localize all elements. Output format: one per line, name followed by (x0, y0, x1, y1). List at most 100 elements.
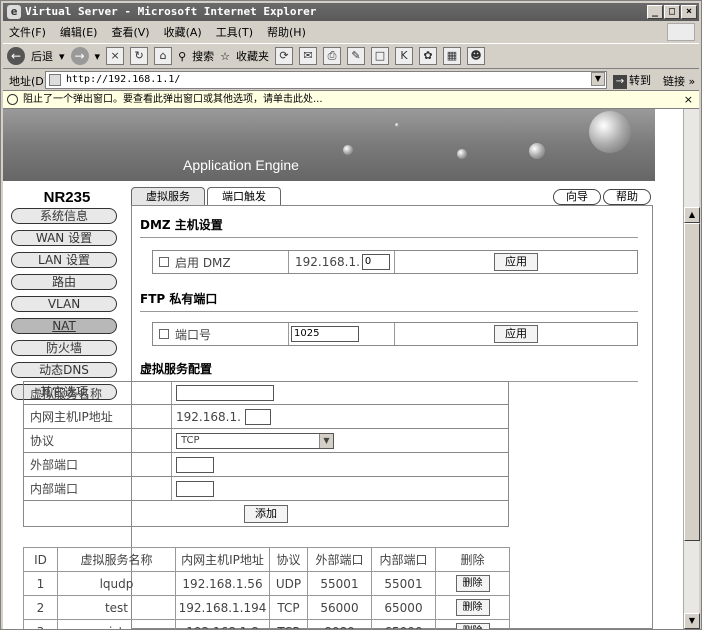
col-int-port: 内部端口 (371, 547, 436, 572)
delete-button[interactable]: 删除 (455, 575, 490, 592)
dmz-row: 启用 DMZ 192.168.1. 0 应用 (152, 250, 638, 274)
form-row-add: 添加 (23, 501, 509, 527)
dmz-enable-checkbox[interactable] (159, 257, 169, 267)
cell-name: mister (57, 619, 176, 629)
help-button[interactable]: 帮助 (603, 189, 651, 205)
ftp-port-input[interactable]: 1025 (291, 326, 359, 342)
cell-id: 1 (23, 571, 58, 596)
wizard-button[interactable]: 向导 (553, 189, 601, 205)
menu-favorites[interactable]: 收藏(A) (164, 24, 202, 40)
vs-protocol-select[interactable]: TCP ▼ (176, 432, 334, 449)
vs-ext-port-input[interactable] (176, 456, 214, 473)
ftp-port-checkbox[interactable] (159, 329, 169, 339)
history-icon[interactable]: ⟳ (275, 47, 293, 65)
minimize-button[interactable]: _ (647, 5, 663, 19)
toolbar: ← 后退 ▾ → ▾ × ↻ ⌂ ⚲ 搜索 ☆ 收藏夹 ⟳ ✉ ⎙ ✎ □ K … (3, 43, 699, 69)
decorative-bubble (395, 123, 399, 127)
sidebar: NR235 系统信息 WAN 设置 LAN 设置 路由 VLAN NAT 防火墙… (7, 185, 127, 406)
go-button[interactable]: → 转到 (613, 72, 651, 89)
scroll-thumb[interactable] (684, 223, 700, 541)
ftp-apply-button[interactable]: 应用 (494, 325, 538, 343)
menu-bar: 文件(F) 编辑(E) 查看(V) 收藏(A) 工具(T) 帮助(H) (3, 22, 699, 42)
vertical-scrollbar[interactable]: ▲ ▼ (683, 109, 700, 629)
col-name: 虚拟服务名称 (57, 547, 176, 572)
cell-name: test (57, 595, 176, 620)
stop-icon[interactable]: × (106, 47, 125, 65)
address-input[interactable]: http://192.168.1.1/ (45, 71, 607, 89)
close-button[interactable]: × (681, 5, 697, 19)
menu-file[interactable]: 文件(F) (9, 24, 46, 40)
table-header-row: ID 虚拟服务名称 内网主机IP地址 协议 外部端口 内部端口 删除 (23, 547, 510, 572)
vs-config-form: 虚拟服务名称 内网主机IP地址 192.168.1. 协议 TCP▼ 外部端口 (23, 381, 509, 527)
cell-ip: 192.168.1.56 (175, 571, 270, 596)
favorites-star-icon[interactable]: ☆ (220, 50, 230, 63)
delete-button[interactable]: 删除 (455, 599, 490, 616)
refresh-icon[interactable]: ↻ (130, 47, 149, 65)
search-icon[interactable]: ⚲ (178, 50, 186, 63)
forward-arrow-icon[interactable]: → (70, 47, 89, 65)
vs-add-button[interactable]: 添加 (244, 504, 288, 523)
vs-int-port-input[interactable] (176, 480, 214, 497)
delete-button[interactable]: 删除 (455, 623, 490, 629)
form-row-int-port: 内部端口 (23, 477, 509, 501)
ftp-port-label: 端口号 (175, 327, 212, 342)
menu-tools[interactable]: 工具(T) (216, 24, 253, 40)
vs-int-port-label: 内部端口 (24, 477, 172, 500)
address-dropdown-icon[interactable]: ▼ (591, 72, 605, 86)
ie-logo-icon: e (7, 5, 21, 19)
back-button[interactable]: 后退 (31, 48, 53, 64)
sidebar-item-firewall[interactable]: 防火墙 (11, 340, 117, 356)
print-icon[interactable]: ⎙ (323, 47, 341, 65)
dmz-ip-input[interactable]: 0 (361, 254, 390, 270)
dmz-section-title: DMZ 主机设置 (140, 216, 638, 238)
cell-ip: 192.168.1.8 (175, 619, 270, 629)
sidebar-item-system-info[interactable]: 系统信息 (11, 208, 117, 224)
forward-dropdown-icon[interactable]: ▾ (95, 50, 101, 63)
sidebar-item-lan[interactable]: LAN 设置 (11, 252, 117, 268)
sidebar-item-vlan[interactable]: VLAN (11, 296, 117, 312)
cell-int-port: 55001 (371, 571, 436, 596)
sidebar-item-routing[interactable]: 路由 (11, 274, 117, 290)
tab-port-trigger[interactable]: 端口触发 (207, 187, 281, 205)
people-icon[interactable]: ☻ (467, 47, 485, 65)
decorative-bubble (529, 143, 545, 159)
mail-icon[interactable]: ✉ (299, 47, 317, 65)
close-infobar-icon[interactable]: × (684, 91, 693, 108)
sidebar-item-nat[interactable]: NAT (11, 318, 117, 334)
decorative-bubble (589, 111, 631, 153)
tab-virtual-service[interactable]: 虚拟服务 (131, 187, 205, 205)
back-arrow-icon[interactable]: ← (7, 47, 25, 65)
maximize-button[interactable]: □ (664, 5, 680, 19)
sidebar-item-wan[interactable]: WAN 设置 (11, 230, 117, 246)
menu-edit[interactable]: 编辑(E) (60, 24, 98, 40)
messenger-icon[interactable]: K (395, 47, 413, 65)
discuss-icon[interactable]: □ (371, 47, 389, 65)
vs-name-input[interactable] (176, 385, 274, 401)
research-icon[interactable]: ✿ (419, 47, 437, 65)
search-button[interactable]: 搜索 (192, 48, 214, 64)
cell-int-port: 65000 (371, 595, 436, 620)
toolbox-icon[interactable]: ▦ (443, 47, 461, 65)
popup-info-bar[interactable]: 阻止了一个弹出窗口。要查看此弹出窗口或其他选项，请单击此处... × (3, 91, 699, 109)
menu-help[interactable]: 帮助(H) (267, 24, 306, 40)
home-icon[interactable]: ⌂ (154, 47, 173, 65)
go-arrow-icon: → (613, 75, 627, 89)
vs-ip-input[interactable] (244, 408, 271, 425)
scroll-up-icon[interactable]: ▲ (684, 207, 700, 223)
cell-protocol: TCP (269, 595, 308, 620)
col-delete: 删除 (435, 547, 510, 572)
scroll-down-icon[interactable]: ▼ (684, 613, 700, 629)
cell-id: 2 (23, 595, 58, 620)
favorites-button[interactable]: 收藏夹 (236, 48, 269, 64)
back-dropdown-icon[interactable]: ▾ (59, 50, 65, 63)
dmz-apply-button[interactable]: 应用 (494, 253, 538, 271)
menu-view[interactable]: 查看(V) (111, 24, 149, 40)
header-banner: Application Engine (3, 109, 655, 181)
window-title: Virtual Server - Microsoft Internet Expl… (25, 5, 317, 18)
vs-ext-port-label: 外部端口 (24, 453, 172, 476)
col-ip: 内网主机IP地址 (175, 547, 270, 572)
links-button[interactable]: 链接 » (663, 73, 695, 89)
dmz-ip-prefix: 192.168.1. (295, 255, 360, 269)
edit-icon[interactable]: ✎ (347, 47, 365, 65)
sidebar-item-ddns[interactable]: 动态DNS (11, 362, 117, 378)
